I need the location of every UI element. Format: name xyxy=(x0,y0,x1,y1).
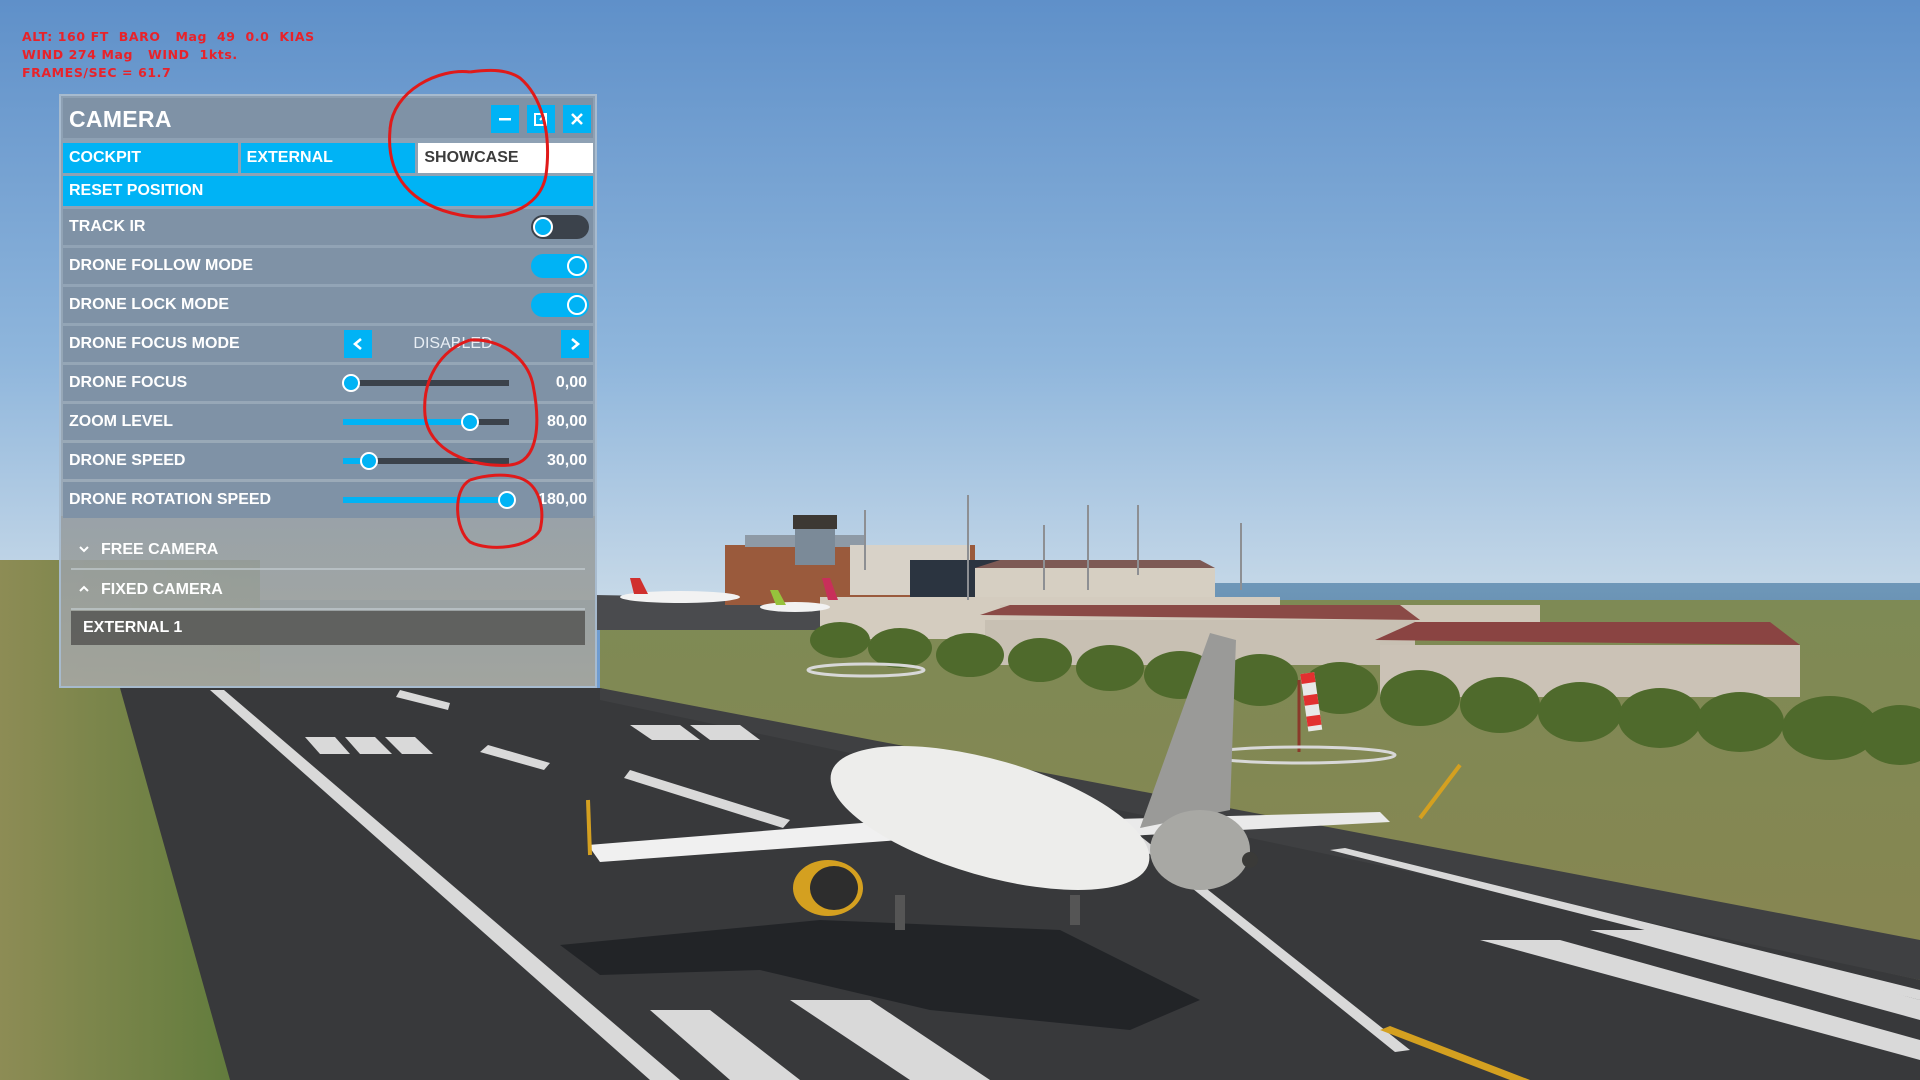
track-ir-toggle[interactable] xyxy=(531,215,589,239)
fixed-camera-section[interactable]: FIXED CAMERA xyxy=(71,572,585,610)
focus-mode-prev-button[interactable] xyxy=(344,330,372,358)
track-ir-label: TRACK IR xyxy=(69,218,146,235)
slider-thumb[interactable] xyxy=(461,413,480,431)
panel-titlebar[interactable]: CAMERA xyxy=(63,98,593,138)
drone-lock-mode-row: DRONE LOCK MODE xyxy=(63,287,593,323)
drone-follow-mode-label: DRONE FOLLOW MODE xyxy=(69,257,253,274)
external-window-icon xyxy=(534,113,547,126)
reset-position-button[interactable]: RESET POSITION xyxy=(63,176,593,206)
zoom-level-value: 80,00 xyxy=(546,413,587,430)
tab-showcase[interactable]: SHOWCASE xyxy=(418,143,594,173)
hud-wind-line: WIND 274 Mag WIND 1kts. xyxy=(22,47,238,62)
tab-external[interactable]: EXTERNAL xyxy=(240,143,416,173)
slider-thumb[interactable] xyxy=(341,374,360,392)
hud-altitude-line: ALT: 160 FT BARO Mag 49 0.0 KIAS xyxy=(22,29,315,44)
drone-follow-mode-toggle[interactable] xyxy=(531,254,589,278)
minimize-button[interactable] xyxy=(491,105,519,133)
drone-follow-mode-row: DRONE FOLLOW MODE xyxy=(63,248,593,284)
toggle-knob xyxy=(567,256,587,276)
focus-mode-value: DISABLED xyxy=(413,335,493,352)
drone-focus-mode-label: DRONE FOCUS MODE xyxy=(69,335,240,352)
chevron-left-icon xyxy=(352,338,362,350)
drone-rotation-speed-value: 180,00 xyxy=(538,491,587,508)
close-icon xyxy=(571,113,583,125)
drone-lock-mode-toggle[interactable] xyxy=(531,293,589,317)
drone-speed-slider[interactable] xyxy=(343,452,509,470)
drone-speed-label: DRONE SPEED xyxy=(69,452,186,469)
undock-button[interactable] xyxy=(527,105,555,133)
camera-panel: CAMERA COCKPIT EXTERNAL SHOWCASE RESET P… xyxy=(59,94,597,688)
drone-rotation-speed-slider[interactable] xyxy=(343,491,516,509)
focus-mode-next-button[interactable] xyxy=(561,330,589,358)
zoom-level-label: ZOOM LEVEL xyxy=(69,413,173,430)
camera-mode-tabs: COCKPIT EXTERNAL SHOWCASE xyxy=(63,143,594,173)
slider-thumb[interactable] xyxy=(497,491,516,509)
hud-readout: ALT: 160 FT BARO Mag 49 0.0 KIAS WIND 27… xyxy=(22,28,315,82)
drone-speed-row: DRONE SPEED 30,00 xyxy=(63,443,593,479)
drone-speed-value: 30,00 xyxy=(546,452,587,469)
slider-fill xyxy=(343,419,470,425)
drone-focus-row: DRONE FOCUS 0,00 xyxy=(63,365,593,401)
slider-fill xyxy=(343,497,506,503)
fixed-camera-external-1[interactable]: EXTERNAL 1 xyxy=(71,611,585,645)
toggle-knob xyxy=(533,217,553,237)
drone-rotation-speed-label: DRONE ROTATION SPEED xyxy=(69,491,272,508)
hud-fps-line: FRAMES/SEC = 61.7 xyxy=(22,65,172,80)
chevron-down-icon xyxy=(79,544,91,556)
fixed-camera-label: FIXED CAMERA xyxy=(101,581,223,598)
slider-thumb[interactable] xyxy=(359,452,378,470)
close-button[interactable] xyxy=(563,105,591,133)
drone-focus-mode-row: DRONE FOCUS MODE DISABLED xyxy=(63,326,593,362)
drone-focus-slider[interactable] xyxy=(341,374,509,392)
chevron-up-icon xyxy=(79,584,91,596)
panel-title: CAMERA xyxy=(69,106,172,132)
drone-focus-label: DRONE FOCUS xyxy=(69,374,188,391)
minus-icon xyxy=(499,118,511,121)
toggle-knob xyxy=(567,295,587,315)
free-camera-label: FREE CAMERA xyxy=(101,541,219,558)
chevron-right-icon xyxy=(571,338,581,350)
drone-rotation-speed-row: DRONE ROTATION SPEED 180,00 xyxy=(63,482,593,518)
zoom-level-slider[interactable] xyxy=(343,413,509,431)
tab-cockpit[interactable]: COCKPIT xyxy=(63,143,238,173)
drone-focus-value: 0,00 xyxy=(555,374,587,391)
drone-lock-mode-label: DRONE LOCK MODE xyxy=(69,296,229,313)
zoom-level-row: ZOOM LEVEL 80,00 xyxy=(63,404,593,440)
free-camera-section[interactable]: FREE CAMERA xyxy=(71,532,585,570)
track-ir-row: TRACK IR xyxy=(63,209,593,245)
